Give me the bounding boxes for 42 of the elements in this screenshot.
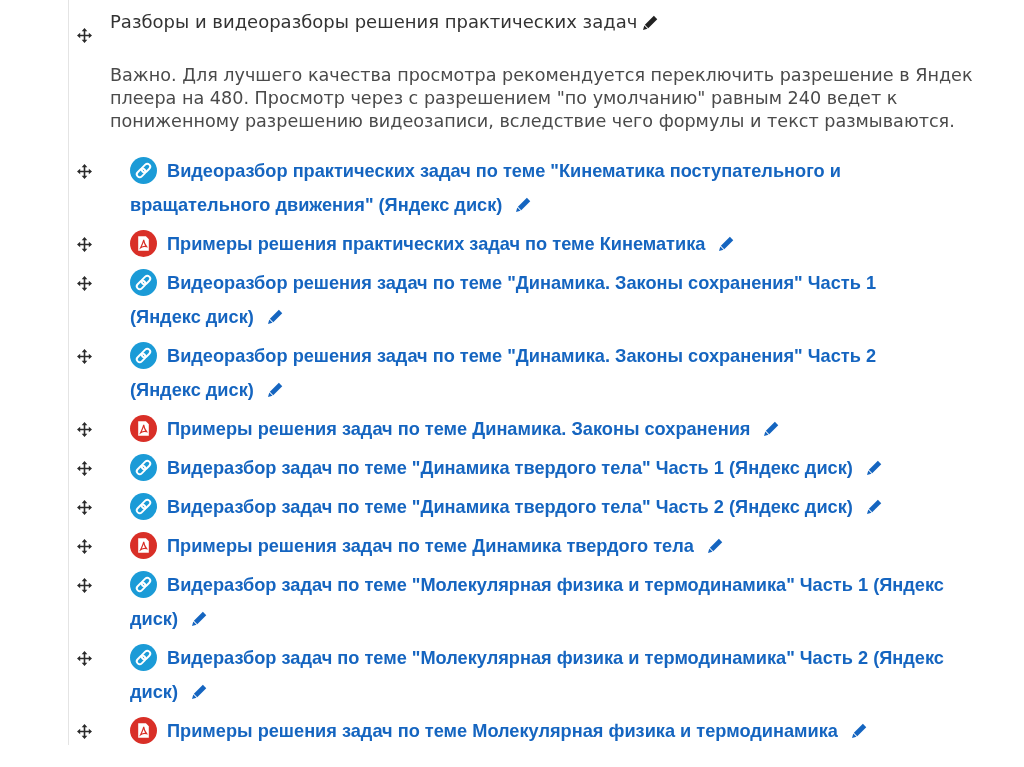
document-icon bbox=[130, 414, 157, 442]
activity-link[interactable]: Видеразбор задач по теме "Динамика твердого тела" Часть 1 (Яндекс диск) bbox=[167, 458, 853, 478]
document-icon bbox=[130, 229, 157, 257]
activity-link[interactable]: Примеры решения задач по теме Динамика. Законы сохранения bbox=[167, 419, 751, 439]
four-arrows-icon[interactable] bbox=[77, 724, 92, 739]
notice-text: Важно. Для лучшего качества просмотра рекомендуется переключить разрешение в Яндек плеера на 480. Просмотр через с разрешением "по умолчанию" равным 240 ведет к пониженному разрешению видеозаписи, вследствие чего формулы и текст размываются. bbox=[110, 64, 973, 133]
activity-link[interactable]: диск) bbox=[130, 609, 178, 629]
pencil-icon[interactable] bbox=[643, 14, 659, 30]
four-arrows-icon[interactable] bbox=[77, 164, 92, 179]
section-title: Разборы и видеоразборы решения практических задач bbox=[110, 11, 638, 32]
chain-link-icon bbox=[130, 643, 157, 671]
activity-link[interactable]: Примеры решения задач по теме Молекулярная физика и термодинамика bbox=[167, 721, 838, 741]
chain-link-icon bbox=[130, 492, 157, 520]
four-arrows-icon[interactable] bbox=[77, 578, 92, 593]
four-arrows-icon[interactable] bbox=[77, 422, 92, 437]
document-icon bbox=[130, 716, 157, 744]
activity-link[interactable]: Видеоразбор решения задач по теме "Динамика. Законы сохранения" Часть 1 bbox=[167, 273, 877, 293]
four-arrows-icon[interactable] bbox=[77, 349, 92, 364]
four-arrows-icon[interactable] bbox=[77, 28, 92, 43]
four-arrows-icon[interactable] bbox=[77, 237, 92, 252]
activity-link[interactable]: Видеразбор задач по теме "Молекулярная физика и термодинамика" Часть 2 (Яндекс bbox=[167, 648, 944, 668]
four-arrows-icon[interactable] bbox=[77, 500, 92, 515]
document-icon bbox=[130, 531, 157, 559]
four-arrows-icon[interactable] bbox=[77, 461, 92, 476]
activity-link[interactable]: Видеоразбор практических задач по теме "Кинематика поступательного и bbox=[167, 161, 841, 181]
chain-link-icon bbox=[130, 570, 157, 598]
chain-link-icon bbox=[130, 453, 157, 481]
chain-link-icon bbox=[130, 268, 157, 296]
activity-link[interactable]: вращательного движения" (Яндекс диск) bbox=[130, 195, 503, 215]
activity-link[interactable]: (Яндекс диск) bbox=[130, 307, 254, 327]
four-arrows-icon[interactable] bbox=[77, 651, 92, 666]
activity-link[interactable]: Примеры решения практических задач по теме Кинематика bbox=[167, 234, 706, 254]
activity-link[interactable]: Примеры решения задач по теме Динамика твердого тела bbox=[167, 536, 694, 556]
activity-link[interactable]: диск) bbox=[130, 682, 178, 702]
chain-link-icon bbox=[130, 341, 157, 369]
four-arrows-icon[interactable] bbox=[77, 539, 92, 554]
activity-link[interactable]: (Яндекс диск) bbox=[130, 380, 254, 400]
activity-link[interactable]: Видеразбор задач по теме "Динамика твердого тела" Часть 2 (Яндекс диск) bbox=[167, 497, 853, 517]
activity-link[interactable]: Видеразбор задач по теме "Молекулярная физика и термодинамика" Часть 1 (Яндекс bbox=[167, 575, 944, 595]
chain-link-icon bbox=[130, 156, 157, 184]
four-arrows-icon[interactable] bbox=[77, 276, 92, 291]
activity-link[interactable]: Видеоразбор решения задач по теме "Динамика. Законы сохранения" Часть 2 bbox=[167, 346, 877, 366]
